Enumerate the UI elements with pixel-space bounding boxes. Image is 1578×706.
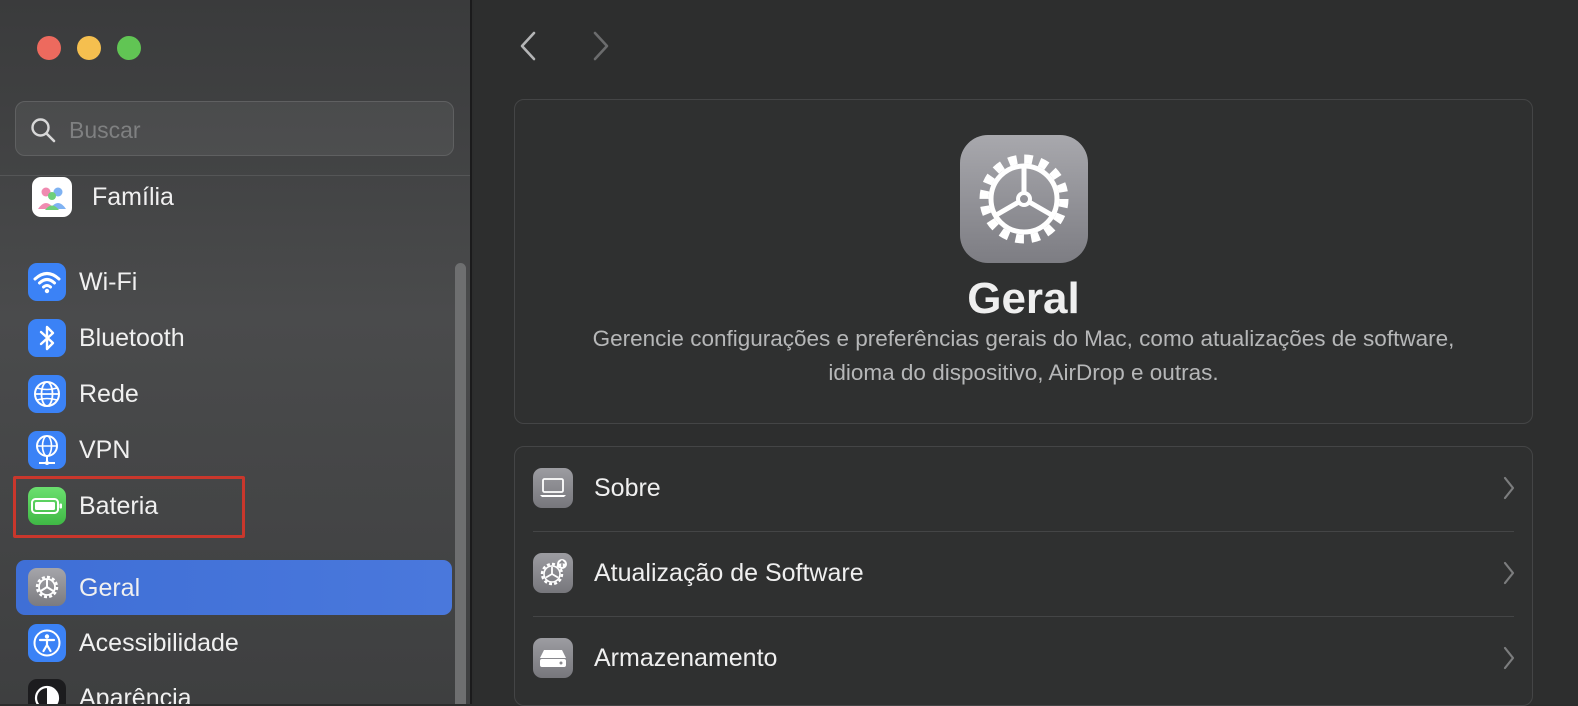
- sidebar-item-label: Rede: [79, 380, 139, 408]
- appearance-icon: [28, 679, 66, 704]
- sidebar-item-label: Acessibilidade: [79, 629, 239, 657]
- row-atualizacao-de-software[interactable]: Atualização de Software: [515, 532, 1532, 617]
- page-description: Gerencie configurações e preferências ge…: [515, 322, 1532, 390]
- sidebar-item-wifi[interactable]: Wi-Fi: [16, 256, 452, 308]
- sidebar-item-vpn[interactable]: VPN: [16, 424, 452, 476]
- sidebar-item-label: Família: [92, 183, 174, 211]
- sidebar-item-label: Bluetooth: [79, 324, 185, 352]
- chevron-right-icon: [1503, 646, 1515, 670]
- row-label: Sobre: [594, 474, 661, 502]
- general-header-card: Geral Gerencie configurações e preferênc…: [514, 99, 1533, 424]
- chevron-right-icon: [1503, 476, 1515, 500]
- gear-icon: [28, 568, 66, 606]
- back-button[interactable]: [510, 28, 546, 64]
- description-line-1: Gerencie configurações e preferências ge…: [592, 326, 1455, 351]
- row-sobre[interactable]: Sobre: [515, 447, 1532, 532]
- gear-icon: [960, 135, 1088, 263]
- chevron-left-icon: [520, 31, 536, 61]
- forward-button[interactable]: [583, 28, 619, 64]
- sidebar-item-label: Geral: [79, 574, 141, 602]
- sidebar: Buscar Família Wi-Fi Bluetooth Rede VPN …: [0, 0, 472, 704]
- sidebar-item-familia[interactable]: Família: [16, 171, 452, 223]
- row-armazenamento[interactable]: Armazenamento: [515, 617, 1532, 702]
- main-content: Geral Gerencie configurações e preferênc…: [474, 0, 1578, 706]
- software-update-icon: [533, 553, 573, 593]
- chevron-right-icon: [593, 31, 609, 61]
- settings-list: Sobre Atualização de Software Armazename…: [514, 446, 1533, 706]
- search-separator: [0, 175, 470, 176]
- globe-icon: [28, 375, 66, 413]
- search-icon: [31, 118, 56, 143]
- minimize-window-button[interactable]: [77, 36, 101, 60]
- sidebar-item-rede[interactable]: Rede: [16, 368, 452, 420]
- wifi-icon: [28, 263, 66, 301]
- sidebar-item-acessibilidade[interactable]: Acessibilidade: [16, 617, 452, 669]
- accessibility-icon: [28, 624, 66, 662]
- chevron-right-icon: [1503, 561, 1515, 585]
- page-title: Geral: [967, 274, 1080, 323]
- description-line-2: idioma do dispositivo, AirDrop e outras.: [828, 360, 1219, 385]
- search-field[interactable]: Buscar: [15, 101, 454, 156]
- vpn-globe-icon: [28, 431, 66, 469]
- sidebar-item-label: Wi-Fi: [79, 268, 138, 296]
- sidebar-item-geral[interactable]: Geral: [16, 560, 452, 615]
- family-icon: [32, 177, 72, 217]
- bluetooth-icon: [28, 319, 66, 357]
- row-label: Atualização de Software: [594, 559, 864, 587]
- sidebar-item-bluetooth[interactable]: Bluetooth: [16, 312, 452, 364]
- laptop-icon: [533, 468, 573, 508]
- sidebar-item-aparencia[interactable]: Aparência: [16, 672, 452, 704]
- sidebar-item-label: Aparência: [79, 684, 192, 704]
- highlight-annotation-box: [13, 476, 245, 538]
- search-input[interactable]: Buscar: [69, 117, 141, 144]
- sidebar-item-label: VPN: [79, 436, 131, 464]
- close-window-button[interactable]: [37, 36, 61, 60]
- storage-drive-icon: [533, 638, 573, 678]
- zoom-window-button[interactable]: [117, 36, 141, 60]
- row-label: Armazenamento: [594, 644, 778, 672]
- sidebar-scrollbar[interactable]: [455, 263, 466, 704]
